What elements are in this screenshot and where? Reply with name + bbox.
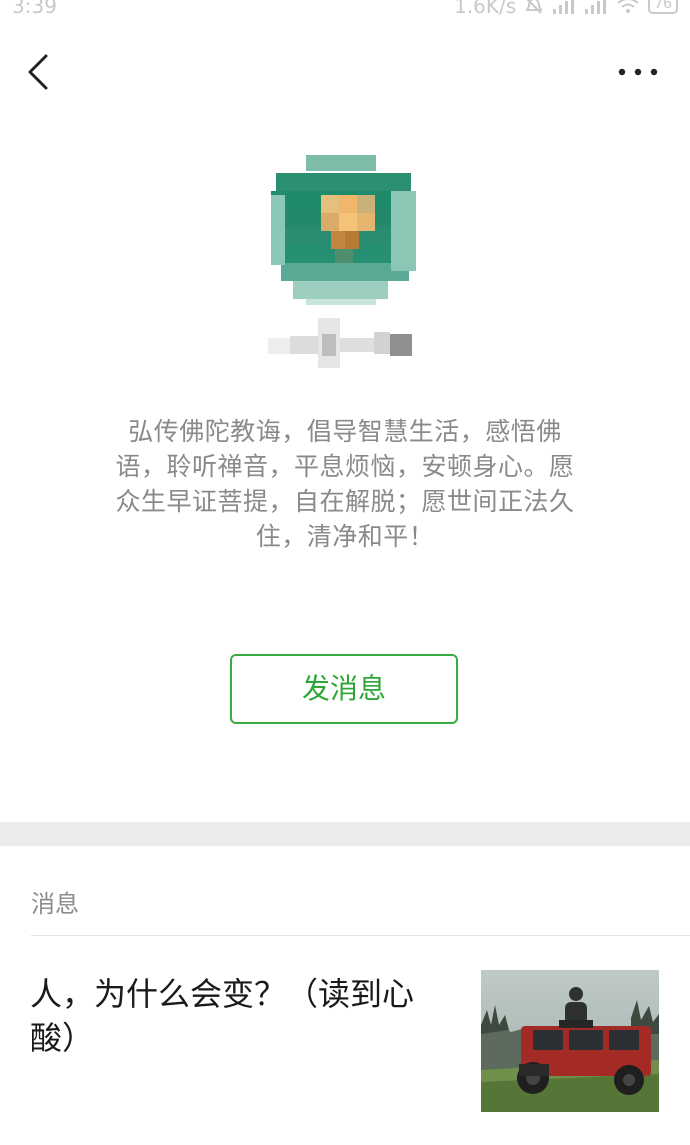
- status-bar: 3:39 1.6K/s 76: [0, 0, 690, 18]
- network-speed: 1.6K/s: [454, 0, 517, 18]
- battery-indicator: 76: [648, 0, 678, 14]
- section-separator: [0, 822, 690, 846]
- divider: [31, 935, 690, 936]
- profile-name-blurred: [268, 318, 412, 368]
- status-time: 3:39: [12, 0, 57, 18]
- status-indicators: 1.6K/s 76: [454, 0, 678, 18]
- more-dots-icon[interactable]: [616, 60, 660, 84]
- article-thumbnail[interactable]: [481, 970, 659, 1112]
- signal-icon: [553, 0, 575, 14]
- profile-bio: 弘传佛陀教诲，倡导智慧生活，感悟佛语，聆听禅音，平息烦恼，安顿身心。愿众生早证菩…: [115, 417, 575, 551]
- article-title[interactable]: 人，为什么会变？（读到心酸）: [30, 972, 430, 1060]
- avatar[interactable]: [271, 155, 416, 305]
- mute-icon: [525, 0, 543, 14]
- messages-section-title: 消息: [31, 890, 79, 918]
- send-message-button[interactable]: 发消息: [230, 654, 458, 724]
- chevron-left-icon[interactable]: [22, 52, 58, 92]
- signal-icon: [585, 0, 607, 14]
- wifi-icon: [617, 0, 639, 13]
